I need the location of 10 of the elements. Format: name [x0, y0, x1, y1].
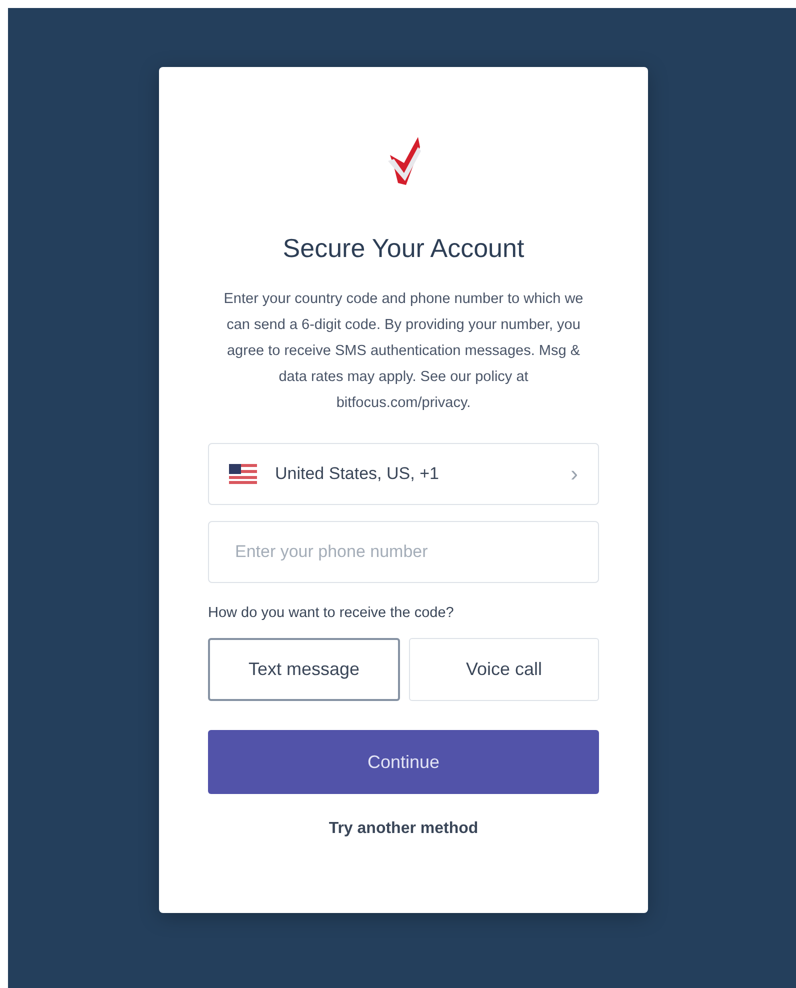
method-option[interactable]: Text message — [208, 638, 400, 701]
country-select[interactable]: United States, US, +1 › — [208, 443, 599, 505]
page-title: Secure Your Account — [282, 233, 526, 264]
method-option[interactable]: Voice call — [409, 638, 599, 701]
continue-button[interactable]: Continue — [208, 730, 599, 794]
phone-input-field[interactable]: Enter your phone number — [208, 521, 599, 583]
flag-icon — [229, 464, 257, 484]
method-prompt: How do you want to receive the code? — [208, 605, 455, 621]
try-another-method-link[interactable]: Try another method — [328, 820, 478, 838]
description-text: Enter your country code and phone number to which we can send a 6-digit code. By providing your number, you agree to receive SMS authentication messages. Msg & data rates may apply. See our policy at bitfocus.com/privacy. — [222, 290, 584, 413]
